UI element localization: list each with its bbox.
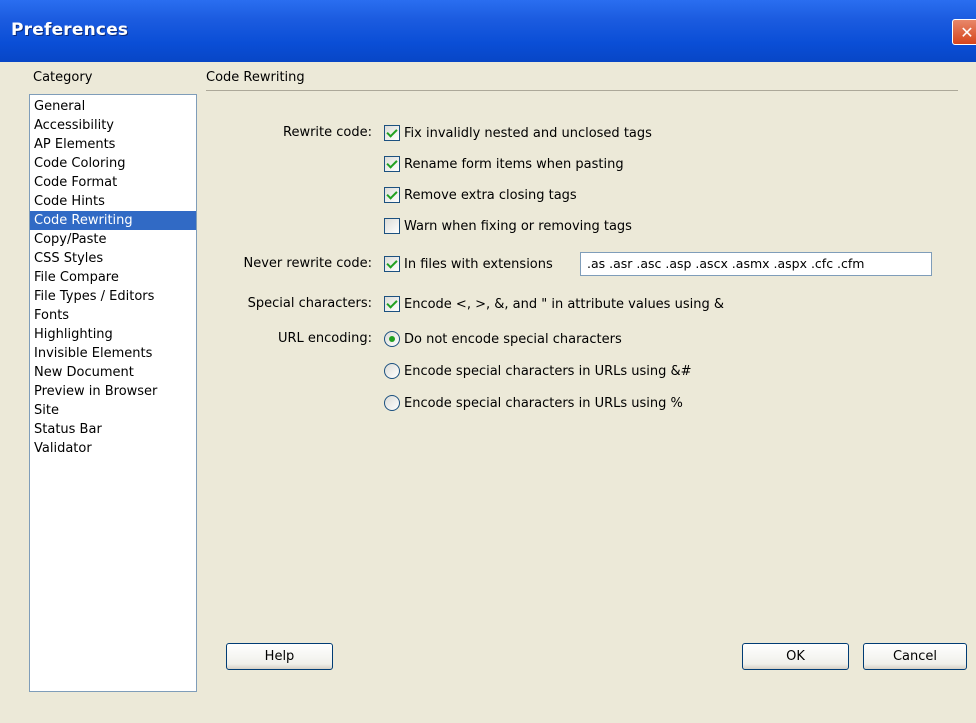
category-item-file-compare[interactable]: File Compare: [30, 268, 196, 287]
window-title: Preferences: [11, 20, 129, 40]
fix-nested-tags-checkbox[interactable]: Fix invalidly nested and unclosed tags: [384, 125, 652, 141]
rewrite-code-label: Rewrite code:: [283, 125, 372, 140]
encode-percent-radio[interactable]: Encode special characters in URLs using …: [384, 395, 683, 411]
checkbox-box[interactable]: [384, 156, 400, 172]
encode-amp-label: Encode special characters in URLs using …: [404, 363, 692, 379]
encode-special-checkbox[interactable]: Encode <, >, &, and " in attribute value…: [384, 296, 724, 312]
never-rewrite-label: Never rewrite code:: [243, 256, 373, 271]
files-with-extensions-label: In files with extensions: [404, 256, 553, 272]
url-encoding-label: URL encoding:: [278, 331, 372, 346]
extensions-input[interactable]: .as .asr .asc .asp .ascx .asmx .aspx .cf…: [580, 252, 932, 276]
close-button[interactable]: ✕: [952, 19, 976, 45]
category-item-new-document[interactable]: New Document: [30, 363, 196, 382]
ok-button[interactable]: OK: [742, 643, 849, 670]
category-item-css-styles[interactable]: CSS Styles: [30, 249, 196, 268]
title-bar: Preferences ✕: [0, 0, 976, 62]
category-item-fonts[interactable]: Fonts: [30, 306, 196, 325]
encode-percent-label: Encode special characters in URLs using …: [404, 395, 683, 411]
warn-fixing-label: Warn when fixing or removing tags: [404, 218, 632, 234]
close-icon: ✕: [960, 22, 974, 42]
category-item-preview-in-browser[interactable]: Preview in Browser: [30, 382, 196, 401]
encode-special-label: Encode <, >, &, and " in attribute value…: [404, 296, 724, 312]
encode-amp-radio[interactable]: Encode special characters in URLs using …: [384, 363, 692, 379]
category-list[interactable]: General Accessibility AP Elements Code C…: [29, 94, 197, 692]
no-encode-label: Do not encode special characters: [404, 331, 622, 347]
warn-fixing-checkbox[interactable]: Warn when fixing or removing tags: [384, 218, 632, 234]
checkbox-box[interactable]: [384, 218, 400, 234]
checkbox-box[interactable]: [384, 187, 400, 203]
category-item-ap-elements[interactable]: AP Elements: [30, 135, 196, 154]
category-item-status-bar[interactable]: Status Bar: [30, 420, 196, 439]
section-title: Code Rewriting: [206, 70, 305, 85]
category-item-invisible-elements[interactable]: Invisible Elements: [30, 344, 196, 363]
category-item-highlighting[interactable]: Highlighting: [30, 325, 196, 344]
section-divider: [206, 90, 958, 91]
radio-circle[interactable]: [384, 331, 400, 347]
category-item-code-coloring[interactable]: Code Coloring: [30, 154, 196, 173]
checkbox-box[interactable]: [384, 296, 400, 312]
files-with-extensions-checkbox[interactable]: In files with extensions: [384, 256, 553, 272]
category-item-code-hints[interactable]: Code Hints: [30, 192, 196, 211]
category-item-accessibility[interactable]: Accessibility: [30, 116, 196, 135]
radio-circle[interactable]: [384, 395, 400, 411]
category-item-general[interactable]: General: [30, 97, 196, 116]
help-button[interactable]: Help: [226, 643, 333, 670]
fix-nested-tags-label: Fix invalidly nested and unclosed tags: [404, 125, 652, 141]
remove-closing-tags-checkbox[interactable]: Remove extra closing tags: [384, 187, 577, 203]
category-item-file-types-editors[interactable]: File Types / Editors: [30, 287, 196, 306]
checkbox-box[interactable]: [384, 125, 400, 141]
category-item-code-rewriting[interactable]: Code Rewriting: [30, 211, 196, 230]
category-item-site[interactable]: Site: [30, 401, 196, 420]
remove-closing-tags-label: Remove extra closing tags: [404, 187, 577, 203]
category-item-copy-paste[interactable]: Copy/Paste: [30, 230, 196, 249]
cancel-button[interactable]: Cancel: [863, 643, 967, 670]
special-characters-label: Special characters:: [247, 296, 372, 311]
rename-form-items-checkbox[interactable]: Rename form items when pasting: [384, 156, 624, 172]
rename-form-items-label: Rename form items when pasting: [404, 156, 624, 172]
radio-circle[interactable]: [384, 363, 400, 379]
category-item-validator[interactable]: Validator: [30, 439, 196, 458]
category-label: Category: [33, 70, 93, 85]
category-item-code-format[interactable]: Code Format: [30, 173, 196, 192]
no-encode-radio[interactable]: Do not encode special characters: [384, 331, 622, 347]
checkbox-box[interactable]: [384, 256, 400, 272]
